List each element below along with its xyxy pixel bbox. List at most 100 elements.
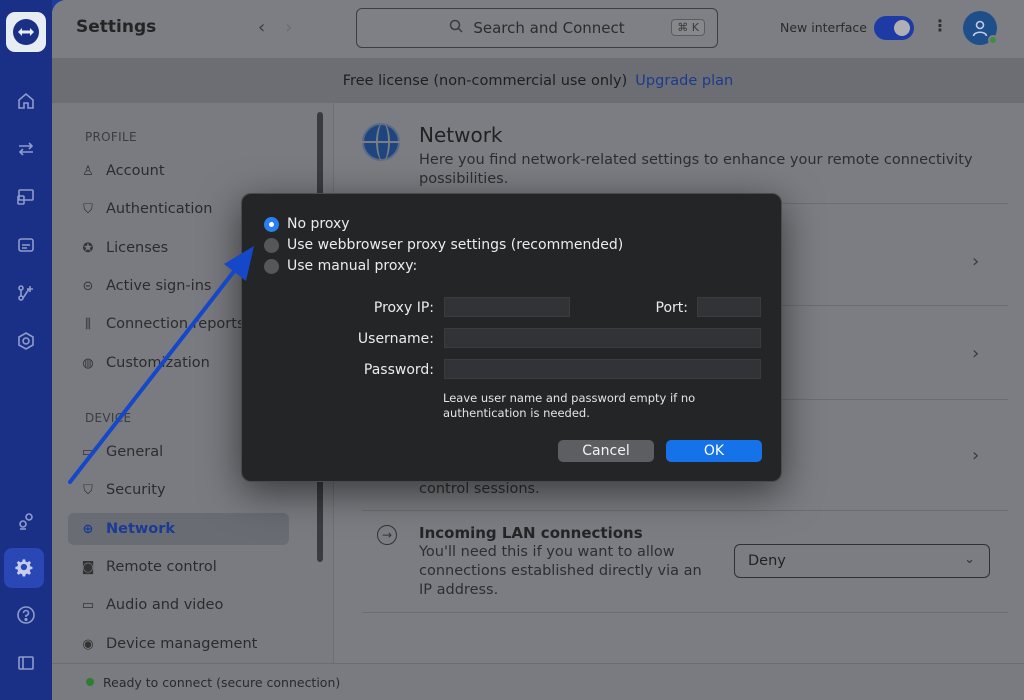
- setting-description-tail: control sessions.: [419, 481, 540, 497]
- sidebar-item-label: Authentication: [106, 201, 213, 217]
- help-people-icon[interactable]: [11, 506, 41, 536]
- monitor-icon: ▭: [81, 444, 95, 460]
- history-navigation: ‹ ›: [258, 17, 312, 38]
- no-proxy-radio[interactable]: [264, 216, 279, 232]
- transfer-arrows-icon[interactable]: [11, 134, 41, 164]
- sidebar-item-label: Customization: [106, 355, 210, 371]
- no-proxy-option[interactable]: No proxy: [264, 216, 350, 232]
- sidebar-item-label: Device management: [106, 636, 258, 652]
- status-bar: Ready to connect (secure connection): [52, 663, 1024, 700]
- top-bar: Settings ‹ › Search and Connect ⌘ K New i…: [52, 0, 1024, 58]
- app-rail: [0, 0, 52, 700]
- sidebar-item-device-management[interactable]: ◉ Device management: [68, 628, 289, 660]
- sidebar-item-label: Active sign-ins: [106, 278, 212, 294]
- new-interface-toggle[interactable]: [874, 16, 914, 40]
- lan-connections-title: Incoming LAN connections: [419, 524, 643, 542]
- device-section-heading: DEVICE: [85, 411, 132, 425]
- user-avatar-icon: [972, 20, 988, 37]
- user-icon: ♙: [82, 163, 94, 179]
- network-globe-icon: [362, 123, 400, 161]
- divider: [362, 510, 1008, 511]
- remote-icon: ◙: [81, 559, 95, 575]
- integrations-icon[interactable]: [11, 278, 41, 308]
- license-banner: Free license (non-commercial use only) U…: [52, 58, 1024, 103]
- forward-arrow-icon[interactable]: ›: [285, 17, 292, 38]
- license-text: Free license (non-commercial use only): [342, 72, 628, 89]
- sidebar-item-label: Audio and video: [106, 597, 224, 613]
- section-title: Network: [419, 123, 503, 147]
- sidebar-item-audio-video[interactable]: ▭ Audio and video: [68, 589, 289, 621]
- sidebar-item-network[interactable]: ⊕ Network: [68, 513, 289, 545]
- upgrade-plan-link[interactable]: Upgrade plan: [635, 73, 733, 89]
- profile-section-heading: PROFILE: [85, 130, 137, 144]
- shield-icon: ⛉: [83, 201, 93, 217]
- sidebar-item-account[interactable]: ♙ Account: [68, 155, 289, 187]
- divider: [362, 612, 1008, 613]
- sidebar-item-label: Network: [106, 521, 176, 537]
- video-icon: ▭: [81, 597, 95, 613]
- sign-in-icon: ⊝: [82, 278, 94, 294]
- incoming-arrow-icon: →: [377, 525, 397, 545]
- sidebar-item-label: Remote control: [106, 559, 217, 575]
- connection-status-dot: [86, 678, 94, 686]
- chevron-right-icon[interactable]: ›: [972, 343, 979, 364]
- lan-connections-value: Deny: [748, 553, 786, 569]
- password-label: Password:: [363, 362, 434, 378]
- logo-arrows-icon: [13, 19, 39, 45]
- port-field[interactable]: [697, 297, 761, 317]
- port-label: Port:: [655, 300, 688, 316]
- search-shortcut-badge: ⌘ K: [671, 19, 705, 36]
- page-title: Settings: [76, 17, 157, 37]
- sessions-icon[interactable]: [11, 230, 41, 260]
- sidebar-item-label: Account: [106, 163, 165, 179]
- bar-chart-icon: ⫼: [85, 316, 91, 332]
- settings-gear-icon[interactable]: [4, 548, 44, 588]
- security-scan-icon[interactable]: [11, 326, 41, 356]
- option-label: Use manual proxy:: [287, 258, 418, 274]
- search-placeholder: Search and Connect: [473, 19, 625, 37]
- teamviewer-logo[interactable]: [6, 12, 46, 52]
- lan-connections-description: You'll need this if you want to allow co…: [419, 544, 702, 598]
- chevron-down-icon: ⌄: [964, 552, 975, 567]
- manual-proxy-option[interactable]: Use manual proxy:: [264, 258, 417, 274]
- status-text: Ready to connect (secure connection): [103, 674, 341, 690]
- proxy-ip-field[interactable]: [444, 297, 570, 317]
- option-label: No proxy: [287, 216, 350, 232]
- back-arrow-icon[interactable]: ‹: [258, 17, 265, 38]
- proxy-settings-dialog: No proxy Use webbrowser proxy settings (…: [241, 193, 782, 482]
- shield-icon: ⛉: [83, 482, 93, 498]
- globe-icon: ⊕: [82, 521, 94, 537]
- ok-button[interactable]: OK: [666, 440, 762, 462]
- sidebar-item-label: Connection reports: [106, 316, 245, 332]
- avatar[interactable]: [963, 11, 998, 45]
- chevron-right-icon[interactable]: ›: [972, 445, 979, 466]
- cancel-button[interactable]: Cancel: [558, 440, 654, 462]
- username-label: Username:: [357, 331, 434, 347]
- help-icon[interactable]: [11, 600, 41, 630]
- webbrowser-proxy-option[interactable]: Use webbrowser proxy settings (recommend…: [264, 237, 623, 253]
- search-icon: [449, 19, 463, 37]
- devices-icon[interactable]: [11, 182, 41, 212]
- webbrowser-proxy-radio[interactable]: [264, 237, 279, 253]
- device-gear-icon: ◉: [82, 636, 94, 652]
- home-icon[interactable]: [11, 86, 41, 116]
- sidebar-item-label: Security: [106, 482, 166, 498]
- lan-connections-select[interactable]: Deny ⌄: [734, 544, 990, 578]
- more-menu-icon[interactable]: ⋮: [932, 16, 948, 35]
- chevron-right-icon[interactable]: ›: [972, 251, 979, 272]
- search-connect-bar[interactable]: Search and Connect ⌘ K: [356, 8, 718, 48]
- section-description: Here you find network-related settings t…: [419, 152, 973, 187]
- option-label: Use webbrowser proxy settings (recommend…: [287, 237, 624, 253]
- sidebar-item-remote-control[interactable]: ◙ Remote control: [68, 551, 289, 583]
- sidebar-item-label: Licenses: [106, 240, 169, 256]
- password-field[interactable]: [444, 359, 761, 379]
- new-interface-label: New interface: [780, 20, 867, 35]
- manual-proxy-radio[interactable]: [264, 258, 279, 274]
- palette-icon: ◍: [82, 355, 94, 371]
- proxy-ip-label: Proxy IP:: [373, 300, 434, 316]
- username-field[interactable]: [444, 328, 761, 348]
- online-status-dot: [988, 35, 998, 45]
- sidebar-item-label: General: [106, 444, 164, 460]
- collapse-panel-icon[interactable]: [11, 648, 41, 678]
- badge-check-icon: ✪: [82, 240, 94, 256]
